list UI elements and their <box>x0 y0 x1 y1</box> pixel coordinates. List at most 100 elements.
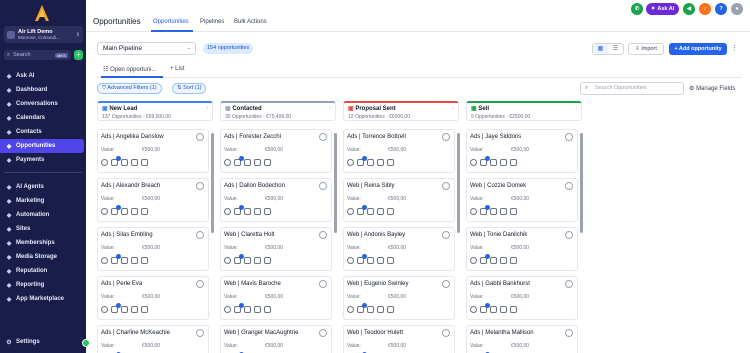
manage-fields-button[interactable]: ⚙ Manage Fields <box>689 85 735 92</box>
user-avatar[interactable]: ● <box>731 3 743 15</box>
opportunity-name[interactable]: Ads | Charline McKeachie <box>101 330 170 336</box>
message-icon[interactable] <box>357 254 367 264</box>
opportunity-card[interactable]: Web | Cozzie Domek Value: €500,00 <box>466 178 578 222</box>
message-icon[interactable] <box>234 156 244 166</box>
opportunity-name[interactable]: Ads | Gabbi Bankhurst <box>470 281 530 287</box>
stage-header[interactable]: ▣ New Lead 137 Opportunities · €69,500,00… <box>97 101 213 121</box>
list-view-icon[interactable]: ☰ <box>608 44 623 54</box>
assign-user-icon[interactable] <box>319 280 327 288</box>
opportunity-name[interactable]: Ads | Forester Zecchi <box>224 134 281 140</box>
phone-icon[interactable] <box>470 257 477 264</box>
task-icon[interactable] <box>377 159 384 166</box>
message-icon[interactable] <box>480 156 490 166</box>
note-icon[interactable] <box>490 208 497 215</box>
chevron-right-icon[interactable]: › <box>329 105 331 111</box>
phone-icon[interactable] <box>101 208 108 215</box>
advanced-filters-button[interactable]: ⛉ Advanced Filters (1) <box>97 83 162 94</box>
phone-icon[interactable] <box>224 208 231 215</box>
phone-icon[interactable] <box>224 306 231 313</box>
message-icon[interactable] <box>357 303 367 313</box>
task-icon[interactable] <box>500 306 507 313</box>
assign-user-icon[interactable] <box>196 231 204 239</box>
help-button[interactable]: ? <box>715 3 727 15</box>
message-icon[interactable] <box>111 303 121 313</box>
opportunity-card[interactable]: Web | Granger MacAughtrie Value: €500,00 <box>220 325 332 353</box>
sidebar-item-reputation[interactable]: ◆ Reputation <box>0 264 86 278</box>
opportunity-name[interactable]: Ads | Melantha Mallison <box>470 330 534 336</box>
assign-user-icon[interactable] <box>565 329 573 337</box>
phone-icon[interactable] <box>101 257 108 264</box>
add-list-tab[interactable]: + List <box>170 66 185 72</box>
note-icon[interactable] <box>367 257 374 264</box>
opportunity-name[interactable]: Web | Mavis Baroche <box>224 281 281 287</box>
quick-add-button[interactable]: + <box>74 50 83 60</box>
opportunity-card[interactable]: Ads | Forester Zecchi Value: €500,00 <box>220 129 332 173</box>
opportunity-card[interactable]: Ads | Torrence Bottrell Value: €500,00 <box>343 129 455 173</box>
sidebar-item-contacts[interactable]: ◆ Contacts <box>0 125 86 139</box>
task-icon[interactable] <box>377 208 384 215</box>
chevron-right-icon[interactable]: › <box>575 105 577 111</box>
calendar-icon[interactable] <box>141 208 148 215</box>
opportunity-name[interactable]: Ads | Dallon Bodechon <box>224 183 285 189</box>
assign-user-icon[interactable] <box>565 182 573 190</box>
column-scrollbar[interactable] <box>457 133 460 233</box>
ask-ai-button[interactable]: ✦ Ask AI <box>646 3 679 15</box>
message-icon[interactable] <box>234 254 244 264</box>
chevron-right-icon[interactable]: › <box>452 105 454 111</box>
note-icon[interactable] <box>121 208 128 215</box>
phone-icon[interactable] <box>347 159 354 166</box>
assign-user-icon[interactable] <box>565 280 573 288</box>
message-icon[interactable] <box>111 156 121 166</box>
sidebar-item-marketing[interactable]: ◆ Marketing <box>0 194 86 208</box>
assign-user-icon[interactable] <box>565 133 573 141</box>
assign-user-icon[interactable] <box>442 231 450 239</box>
view-toggle[interactable]: ▦ ☰ <box>592 43 624 55</box>
note-icon[interactable] <box>121 159 128 166</box>
calendar-icon[interactable] <box>141 306 148 313</box>
sidebar-item-calendars[interactable]: ◆ Calendars <box>0 111 86 125</box>
assign-user-icon[interactable] <box>319 231 327 239</box>
phone-icon[interactable] <box>470 159 477 166</box>
chevron-right-icon[interactable]: › <box>206 105 208 111</box>
calendar-icon[interactable] <box>387 159 394 166</box>
opportunity-card[interactable]: Web | Claretta Holt Value: €500,00 <box>220 227 332 271</box>
phone-icon[interactable] <box>224 159 231 166</box>
assign-user-icon[interactable] <box>196 182 204 190</box>
phone-icon[interactable] <box>347 257 354 264</box>
opportunity-card[interactable]: Web | Reina Sibly Value: €500,00 <box>343 178 455 222</box>
calendar-icon[interactable] <box>264 257 271 264</box>
task-icon[interactable] <box>254 257 261 264</box>
saved-view-tab[interactable]: ☷ Open opportuni... <box>103 66 156 73</box>
add-opportunity-button[interactable]: + Add opportunity <box>669 43 727 55</box>
opportunity-card[interactable]: Ads | Angelika Danslow Value: €500,00 <box>97 129 209 173</box>
sidebar-item-ai-agents[interactable]: ◆ AI Agents <box>0 180 86 194</box>
megaphone-button[interactable]: ◀ <box>683 3 695 15</box>
opportunity-card[interactable]: Ads | Alexandr Breach Value: €500,00 <box>97 178 209 222</box>
nav-settings[interactable]: ⚙ Settings <box>0 335 86 349</box>
stage-header[interactable]: ▣ Contacted 30 Opportunities · €75,499,00… <box>220 101 336 121</box>
tab-pipelines[interactable]: Pipelines <box>200 19 224 25</box>
note-icon[interactable] <box>244 306 251 313</box>
task-icon[interactable] <box>500 257 507 264</box>
task-icon[interactable] <box>377 306 384 313</box>
message-icon[interactable] <box>111 254 121 264</box>
opportunity-name[interactable]: Web | Andonis Bayley <box>347 232 405 238</box>
note-icon[interactable] <box>367 306 374 313</box>
calendar-icon[interactable] <box>510 306 517 313</box>
assign-user-icon[interactable] <box>319 133 327 141</box>
calendar-icon[interactable] <box>510 257 517 264</box>
opportunity-name[interactable]: Web | Reina Sibly <box>347 183 394 189</box>
task-icon[interactable] <box>131 159 138 166</box>
calendar-icon[interactable] <box>141 257 148 264</box>
note-icon[interactable] <box>490 306 497 313</box>
message-icon[interactable] <box>480 303 490 313</box>
message-icon[interactable] <box>357 156 367 166</box>
sidebar-item-conversations[interactable]: ◆ Conversations <box>0 97 86 111</box>
assign-user-icon[interactable] <box>196 280 204 288</box>
sidebar-item-dashboard[interactable]: ◆ Dashboard <box>0 83 86 97</box>
sidebar-item-media-storage[interactable]: ◆ Media Storage <box>0 250 86 264</box>
phone-icon[interactable] <box>470 208 477 215</box>
logo-icon[interactable] <box>31 3 53 23</box>
opportunity-card[interactable]: Web | Eugenio Swinley Value: €500,00 <box>343 276 455 320</box>
opportunity-card[interactable]: Web | Mavis Baroche Value: €500,00 <box>220 276 332 320</box>
